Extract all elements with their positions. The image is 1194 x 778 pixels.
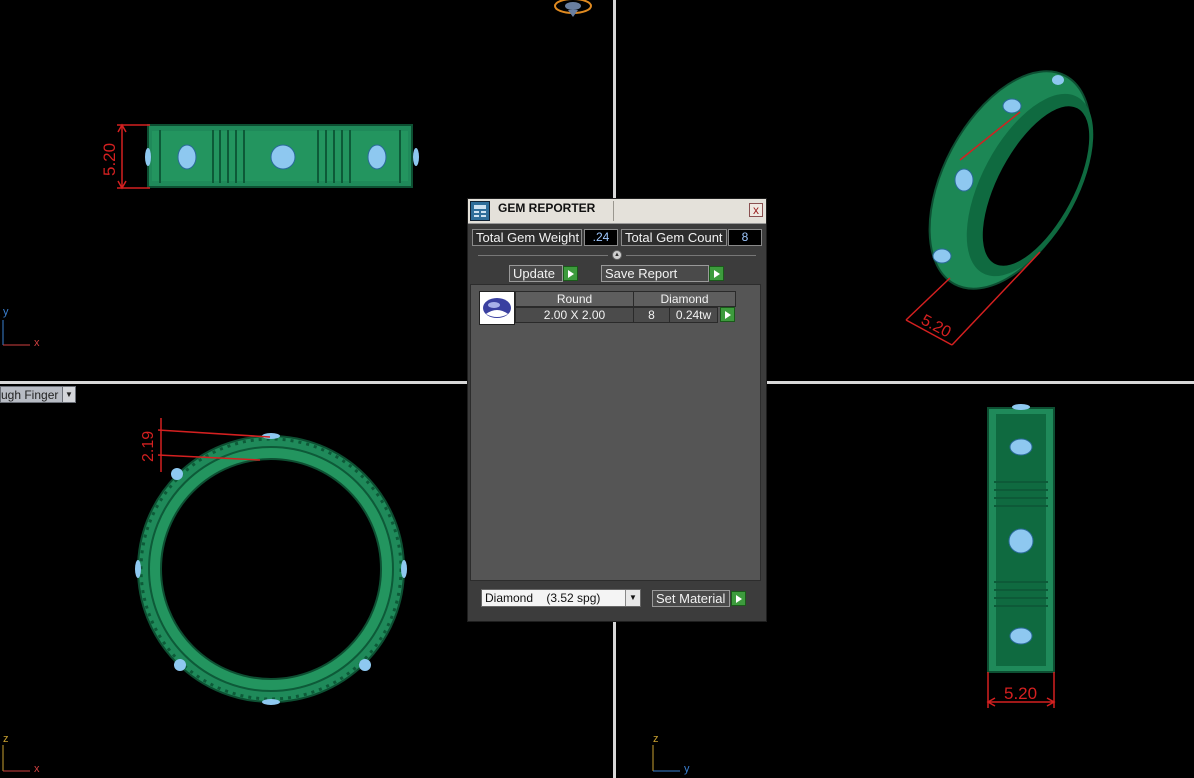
dim-label-top-width: 5.20: [1004, 684, 1038, 703]
set-material-play-icon[interactable]: [731, 591, 746, 606]
row-play-icon[interactable]: [720, 307, 735, 322]
titlebar-divider: [613, 201, 614, 221]
axis-gizmo-top-left: [2, 320, 30, 346]
material-select-value: Diamond (3.52 spg): [485, 591, 601, 605]
axis-gizmo-bottom-left: [2, 745, 30, 772]
collapse-divider: [626, 255, 756, 256]
ring-front-view: [145, 124, 419, 188]
axis-gizmo-bottom-right: [652, 745, 680, 772]
close-button[interactable]: x: [749, 203, 763, 217]
ring-top-view: [987, 404, 1055, 673]
snap-indicator-icon: [554, 0, 592, 17]
ring-side-view: [135, 433, 407, 705]
round-diamond-icon[interactable]: [479, 291, 515, 325]
view-preset-label: ugh Finger: [1, 388, 59, 402]
row-weight[interactable]: 0.24tw: [669, 307, 718, 323]
axis-label-x: x: [34, 337, 40, 349]
total-count-label: Total Gem Count: [621, 229, 727, 246]
gem-list[interactable]: Round Diamond 2.00 X 2.00 8 0.24tw: [470, 284, 761, 581]
total-weight-field[interactable]: .24: [584, 229, 618, 246]
gem-reporter-panel: GEM REPORTER x Total Gem Weight .24 Tota…: [467, 198, 767, 622]
material-select[interactable]: Diamond (3.52 spg) ▼: [481, 589, 641, 607]
axis-label-y: y: [684, 763, 690, 775]
view-preset-dropdown[interactable]: ugh Finger ▼: [0, 386, 76, 403]
save-report-play-icon[interactable]: [709, 266, 724, 281]
gem-reporter-icon: [470, 201, 490, 221]
collapse-toggle-icon[interactable]: ▲: [612, 250, 622, 260]
update-play-icon[interactable]: [563, 266, 578, 281]
row-size[interactable]: 2.00 X 2.00: [515, 307, 634, 323]
total-weight-label: Total Gem Weight: [472, 229, 582, 246]
update-button[interactable]: Update: [509, 265, 563, 282]
material-bar: Diamond (3.52 spg) ▼ Set Material: [468, 583, 766, 621]
axis-label-z: z: [653, 733, 659, 745]
gem-reporter-titlebar[interactable]: GEM REPORTER x: [468, 199, 766, 224]
dim-label-side-thickness: 2.19: [140, 430, 157, 462]
dim-label-front-height: 5.20: [100, 142, 119, 176]
header-material: Diamond: [633, 291, 736, 307]
axis-label-x: x: [34, 763, 40, 775]
save-report-button[interactable]: Save Report: [601, 265, 709, 282]
collapse-divider: [478, 255, 608, 256]
chevron-down-icon[interactable]: ▼: [625, 590, 640, 606]
set-material-button[interactable]: Set Material: [652, 590, 730, 607]
panel-title: GEM REPORTER: [498, 201, 596, 215]
row-count[interactable]: 8: [633, 307, 670, 323]
ring-perspective-view: [928, 70, 1094, 290]
chevron-down-icon[interactable]: ▼: [62, 387, 75, 402]
header-cut: Round: [515, 291, 634, 307]
axis-label-z: z: [3, 733, 9, 745]
axis-label-y: y: [3, 306, 9, 318]
total-count-field[interactable]: 8: [728, 229, 762, 246]
